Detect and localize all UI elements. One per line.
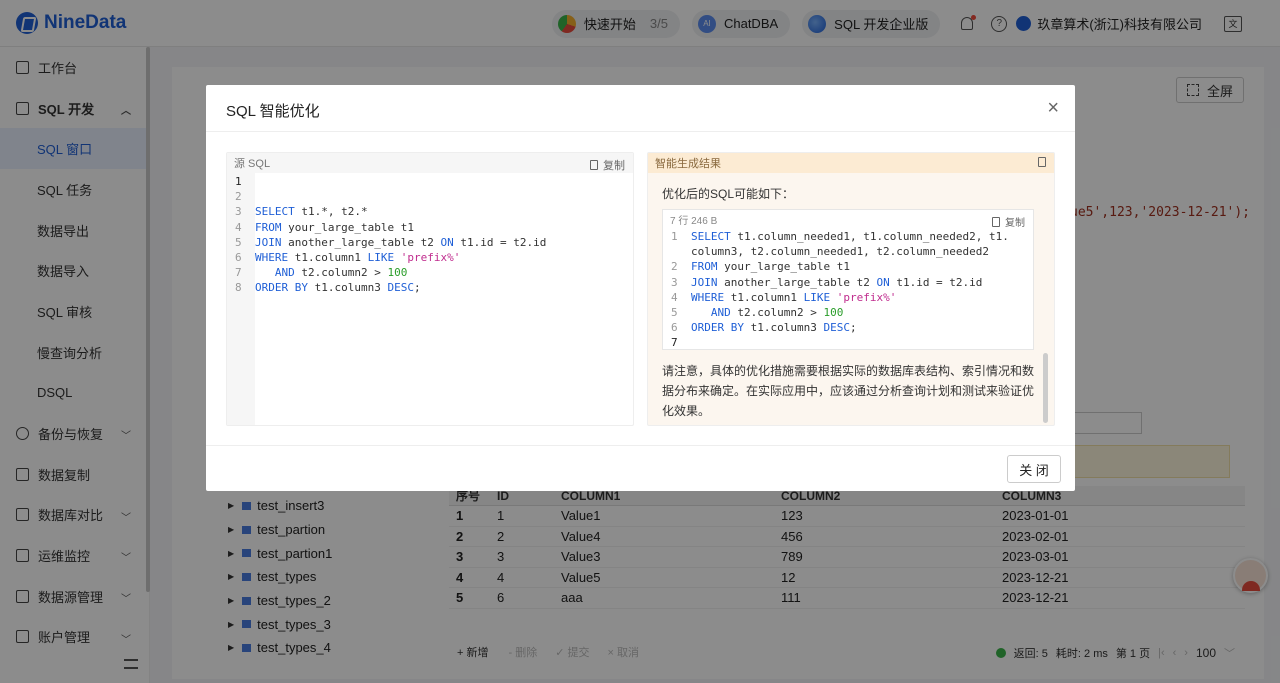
divider [206, 131, 1075, 132]
line-number: 1 [671, 230, 678, 244]
code-text: ORDER BY t1.column3 DESC; [691, 321, 857, 335]
line-number: 5 [235, 235, 242, 249]
code-line: 6 WHERE t1.column1 LIKE 'prefix%' [227, 250, 633, 265]
optimized-sql-block: 7 行 246 B 复制 1 SELECT t1.column_needed1, … [662, 209, 1034, 350]
result-intro: 优化后的SQL可能如下： [662, 187, 795, 201]
source-sql-header: 源 SQL 复制 [227, 153, 633, 173]
result-note: 请注意，具体的优化措施需要根据实际的数据库表结构、索引情况和数据分布来确定。在实… [662, 364, 1035, 418]
source-sql-editor[interactable]: 1 2 3 SELECT t1.*, t2.* 4 FROM your_large_tab… [227, 174, 633, 296]
source-sql-label: 源 SQL [234, 158, 271, 170]
result-scrollbar[interactable] [1043, 353, 1048, 423]
code-line: 3 JOIN another_large_table t2 ON t1.id = … [663, 275, 1033, 290]
close-button[interactable]: 关 闭 [1007, 455, 1061, 483]
copy-label: 复制 [603, 160, 625, 172]
line-number: 1 [235, 175, 242, 189]
copy-icon [992, 216, 1000, 227]
line-number: 2 [235, 190, 242, 204]
sql-optimize-modal: SQL 智能优化 × 源 SQL 复制 1 2 3 SELECT t1.*, t2.*… [206, 85, 1075, 491]
optimized-sql-header: 7 行 246 B 复制 [663, 210, 1033, 229]
code-text: column3, t2.column_needed1, t2.column_ne… [691, 245, 990, 259]
code-text: JOIN another_large_table t2 ON t1.id = t… [255, 235, 547, 249]
code-line: 4 FROM your_large_table t1 [227, 220, 633, 235]
copy-optimized-button[interactable]: 复制 [992, 214, 1025, 229]
code-line: 3 SELECT t1.*, t2.* [227, 204, 633, 219]
code-line: 6 ORDER BY t1.column3 DESC; [663, 320, 1033, 335]
line-number: 2 [671, 260, 678, 274]
optimized-sql-code[interactable]: 1 SELECT t1.column_needed1, t1.column_nee… [663, 229, 1033, 351]
line-number: 4 [671, 290, 678, 304]
modal-title: SQL 智能优化 [226, 103, 320, 120]
code-text: AND t2.column2 > 100 [274, 266, 408, 280]
code-line: 7 [663, 335, 1033, 350]
result-label: 智能生成结果 [655, 158, 721, 170]
line-number: 7 [671, 336, 678, 350]
code-text: FROM your_large_table t1 [255, 220, 414, 234]
code-line: 4 WHERE t1.column1 LIKE 'prefix%' [663, 290, 1033, 305]
line-number: 6 [671, 321, 678, 335]
line-number: 7 [235, 266, 242, 280]
copy-icon [590, 160, 598, 170]
copy-result-button[interactable] [1038, 157, 1046, 167]
code-text: JOIN another_large_table t2 ON t1.id = t… [691, 275, 983, 289]
result-header: 智能生成结果 [648, 153, 1054, 173]
copy-label: 复制 [1005, 218, 1025, 229]
line-number: 6 [235, 251, 242, 265]
code-text: ORDER BY t1.column3 DESC; [255, 281, 421, 295]
line-number: 5 [671, 306, 678, 320]
close-icon[interactable]: × [1047, 98, 1059, 118]
code-line: 1 [227, 174, 633, 189]
code-line: 5 AND t2.column2 > 100 [663, 305, 1033, 320]
code-line: 2 [227, 189, 633, 204]
line-number: 8 [235, 281, 242, 295]
code-text: WHERE t1.column1 LIKE 'prefix%' [255, 251, 461, 265]
copy-source-button[interactable]: 复制 [590, 157, 625, 173]
code-line: 7 AND t2.column2 > 100 [227, 265, 633, 280]
code-text: SELECT t1.*, t2.* [255, 205, 368, 219]
code-text: AND t2.column2 > 100 [710, 306, 844, 320]
code-line: 2 FROM your_large_table t1 [663, 259, 1033, 274]
result-pane: 智能生成结果 优化后的SQL可能如下： 7 行 246 B 复制 1 SELECT… [647, 152, 1055, 426]
source-sql-pane: 源 SQL 复制 1 2 3 SELECT t1.*, t2.* 4 FROM your_… [226, 152, 634, 426]
divider [206, 445, 1075, 446]
code-line: 5 JOIN another_large_table t2 ON t1.id = … [227, 235, 633, 250]
code-text: FROM your_large_table t1 [691, 260, 850, 274]
code-line: column3, t2.column_needed1, t2.column_ne… [663, 244, 1033, 259]
optimized-sql-meta: 7 行 246 B [670, 216, 718, 227]
code-line: 8 ORDER BY t1.column3 DESC; [227, 280, 633, 295]
copy-icon [1038, 157, 1046, 167]
code-text: SELECT t1.column_needed1, t1.column_need… [691, 230, 1009, 244]
line-number: 3 [671, 275, 678, 289]
line-number: 3 [235, 205, 242, 219]
code-line: 1 SELECT t1.column_needed1, t1.column_nee… [663, 229, 1033, 244]
line-number: 4 [235, 220, 242, 234]
code-text: WHERE t1.column1 LIKE 'prefix%' [691, 290, 897, 304]
